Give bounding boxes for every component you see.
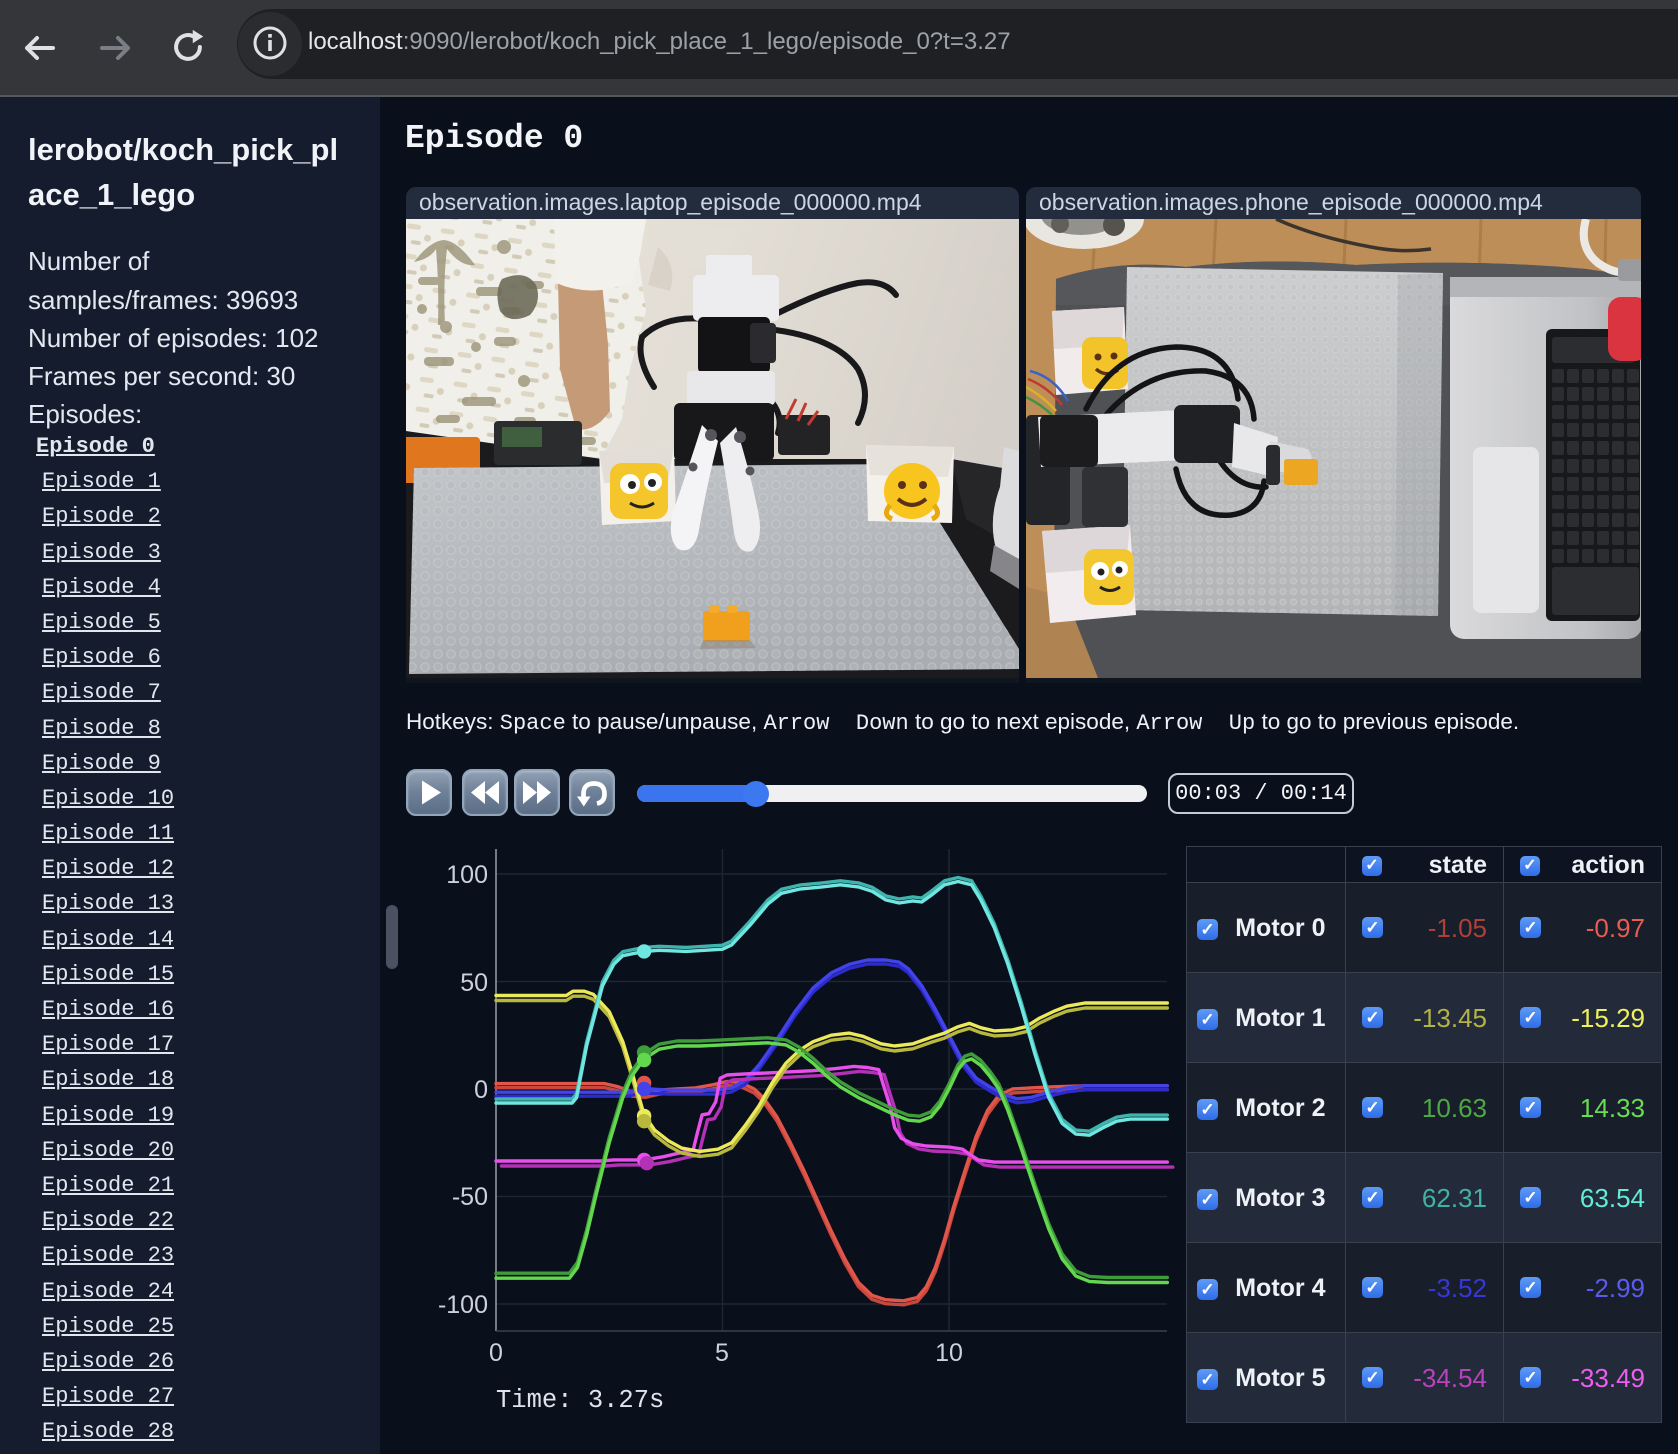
svg-text:-100: -100 xyxy=(438,1291,488,1319)
svg-text:5: 5 xyxy=(715,1339,729,1367)
svg-text:-50: -50 xyxy=(452,1183,488,1211)
svg-text:0: 0 xyxy=(489,1339,503,1367)
svg-text:10: 10 xyxy=(935,1339,963,1367)
svg-text:50: 50 xyxy=(460,969,488,997)
svg-text:100: 100 xyxy=(446,861,488,889)
svg-text:0: 0 xyxy=(474,1076,488,1104)
